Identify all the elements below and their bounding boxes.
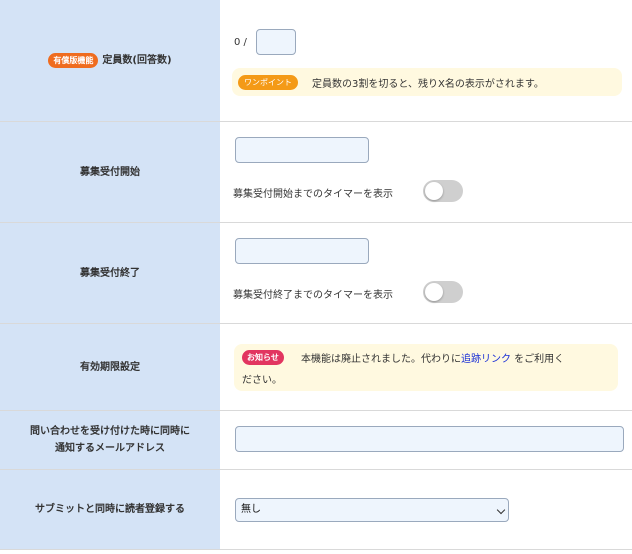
- recruit-start-label: 募集受付開始: [0, 122, 220, 222]
- chevron-down-icon: [496, 505, 506, 515]
- capacity-label: 定員数(回答数): [102, 55, 172, 66]
- tracking-link[interactable]: 追跡リンク: [461, 354, 511, 365]
- subscribe-row: サブミットと同時に読者登録する 無し: [0, 470, 632, 550]
- recruit-start-timer-label: 募集受付開始までのタイマーを表示: [233, 189, 393, 200]
- recruit-end-timer-toggle[interactable]: [423, 281, 463, 303]
- expiry-row: 有効期限設定 お知らせ 本機能は廃止されました。代わりに追跡リンク をご利用く …: [0, 324, 632, 411]
- expiry-notice-box: お知らせ 本機能は廃止されました。代わりに追跡リンク をご利用く ださい。: [234, 344, 618, 391]
- subscribe-label: サブミットと同時に読者登録する: [0, 470, 220, 549]
- capacity-value-cell: 0 / ワンポイント 定員数の3割を切ると、残りX名の表示がされます。: [220, 0, 632, 121]
- recruit-start-row: 募集受付開始 募集受付開始までのタイマーを表示: [0, 122, 632, 223]
- recruit-start-value-cell: 募集受付開始までのタイマーを表示: [220, 122, 632, 222]
- capacity-row: 有償版機能 定員数(回答数) 0 / ワンポイント 定員数の3割を切ると、残りX…: [0, 0, 632, 122]
- notify-email-label: 問い合わせを受け付けた時に同時に 通知するメールアドレス: [0, 411, 220, 469]
- notify-email-row: 問い合わせを受け付けた時に同時に 通知するメールアドレス: [0, 411, 632, 470]
- notify-email-input[interactable]: [235, 426, 624, 452]
- recruit-end-input[interactable]: [235, 238, 369, 264]
- subscribe-select[interactable]: 無し: [235, 498, 509, 522]
- tip-badge: ワンポイント: [238, 75, 298, 90]
- notice-badge: お知らせ: [242, 350, 284, 365]
- expiry-value-cell: お知らせ 本機能は廃止されました。代わりに追跡リンク をご利用く ださい。: [220, 324, 632, 410]
- recruit-end-timer-label: 募集受付終了までのタイマーを表示: [233, 290, 393, 301]
- toggle-knob: [425, 182, 443, 200]
- capacity-count-prefix: 0 /: [234, 37, 247, 48]
- capacity-tip-text: 定員数の3割を切ると、残りX名の表示がされます。: [312, 79, 544, 90]
- toggle-knob: [425, 283, 443, 301]
- capacity-input[interactable]: [256, 29, 296, 55]
- expiry-notice-line2: ださい。: [242, 375, 282, 386]
- recruit-end-value-cell: 募集受付終了までのタイマーを表示: [220, 223, 632, 323]
- expiry-label: 有効期限設定: [0, 324, 220, 410]
- recruit-end-row: 募集受付終了 募集受付終了までのタイマーを表示: [0, 223, 632, 324]
- recruit-end-label: 募集受付終了: [0, 223, 220, 323]
- capacity-tip-box: ワンポイント 定員数の3割を切ると、残りX名の表示がされます。: [232, 68, 622, 96]
- expiry-notice-line1: 本機能は廃止されました。代わりに追跡リンク をご利用く: [301, 354, 565, 365]
- capacity-label-cell: 有償版機能 定員数(回答数): [0, 0, 220, 121]
- notify-email-value-cell: [220, 411, 632, 469]
- recruit-start-timer-toggle[interactable]: [423, 180, 463, 202]
- paid-feature-badge: 有償版機能: [48, 53, 99, 68]
- recruit-start-input[interactable]: [235, 137, 369, 163]
- subscribe-value-cell: 無し: [220, 470, 632, 549]
